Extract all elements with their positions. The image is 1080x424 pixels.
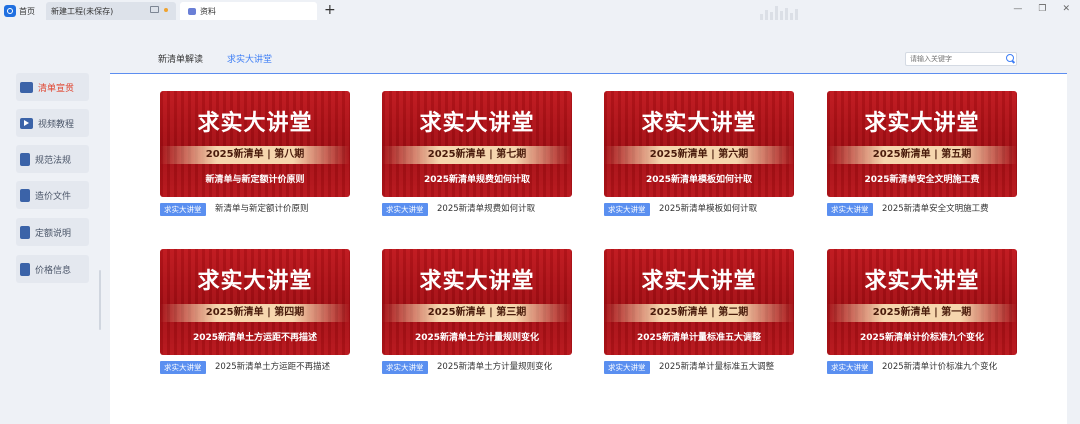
course-caption[interactable]: 2025新清单计量标准五大调整 [659, 361, 774, 374]
file-icon [20, 188, 30, 202]
sidebar-item-bill-guide[interactable]: 清单宣贯 [16, 73, 89, 101]
new-tab-button[interactable]: + [324, 2, 336, 18]
course-card[interactable]: 求实大讲堂 2025新清单 | 第五期 2025新清单安全文明施工费 求实大讲堂… [827, 91, 1017, 221]
course-banner[interactable]: 求实大讲堂 2025新清单 | 第四期 2025新清单土方运距不再描述 [160, 249, 350, 355]
banner-subtitle: 2025新清单模板如何计取 [645, 175, 753, 185]
maximize-button[interactable]: ❐ [1038, 4, 1046, 14]
category-tag: 求实大讲堂 [604, 203, 650, 216]
course-caption[interactable]: 2025新清单规费如何计取 [437, 203, 535, 216]
settings-doc-icon [20, 225, 30, 239]
search-icon[interactable] [1006, 54, 1014, 62]
play-icon [20, 117, 33, 129]
sidebar-scrollbar[interactable] [99, 270, 101, 330]
banner-title: 求实大讲堂 [641, 111, 757, 136]
course-banner[interactable]: 求实大讲堂 2025新清单 | 第三期 2025新清单土方计量规则变化 [382, 249, 572, 355]
category-tag: 求实大讲堂 [160, 203, 206, 216]
sidebar-item-regulations[interactable]: 规范法规 [16, 145, 89, 173]
banner-issue: 2025新清单 | 第六期 [604, 146, 794, 164]
course-card[interactable]: 求实大讲堂 2025新清单 | 第七期 2025新清单规费如何计取 求实大讲堂 … [382, 91, 572, 221]
course-caption[interactable]: 新清单与新定额计价原则 [215, 203, 309, 216]
minimize-button[interactable]: — [1013, 4, 1022, 14]
sidebar-item-video[interactable]: 视频教程 [16, 109, 89, 137]
sidebar-item-label: 造价文件 [35, 191, 72, 202]
banner-title: 求实大讲堂 [419, 269, 535, 294]
course-banner[interactable]: 求实大讲堂 2025新清单 | 第七期 2025新清单规费如何计取 [382, 91, 572, 197]
banner-title: 求实大讲堂 [419, 111, 535, 136]
skyline-decoration [760, 6, 798, 20]
course-caption[interactable]: 2025新清单安全文明施工费 [882, 203, 989, 216]
sidebar-item-label: 定额说明 [35, 228, 72, 239]
banner-title: 求实大讲堂 [864, 269, 980, 294]
sidebar-item-cost-files[interactable]: 造价文件 [16, 181, 89, 209]
banner-subtitle: 2025新清单计价标准九个变化 [859, 333, 985, 343]
banner-title: 求实大讲堂 [197, 111, 313, 136]
banner-issue: 2025新清单 | 第四期 [160, 304, 350, 322]
banner-title: 求实大讲堂 [864, 111, 980, 136]
category-tag: 求实大讲堂 [827, 203, 873, 216]
folder-icon [20, 81, 33, 93]
tab-materials-label: 资料 [200, 6, 216, 16]
tab-home-label: 首页 [19, 6, 35, 16]
category-tag: 求实大讲堂 [827, 361, 873, 374]
search-input[interactable] [905, 52, 1017, 66]
banner-subtitle: 2025新清单计量标准五大调整 [636, 333, 762, 343]
course-caption[interactable]: 2025新清单模板如何计取 [659, 203, 757, 216]
tab-materials[interactable]: 资料 [180, 2, 317, 20]
banner-subtitle: 新清单与新定额计价原则 [205, 175, 305, 185]
banner-title: 求实大讲堂 [641, 269, 757, 294]
banner-subtitle: 2025新清单安全文明施工费 [864, 175, 980, 185]
banner-issue: 2025新清单 | 第七期 [382, 146, 572, 164]
sidebar-item-label: 视频教程 [38, 119, 75, 130]
close-button[interactable]: ✕ [1062, 4, 1070, 14]
course-card[interactable]: 求实大讲堂 2025新清单 | 第二期 2025新清单计量标准五大调整 求实大讲… [604, 249, 794, 379]
course-card[interactable]: 求实大讲堂 2025新清单 | 第一期 2025新清单计价标准九个变化 求实大讲… [827, 249, 1017, 379]
monitor-icon[interactable] [150, 6, 159, 13]
banner-subtitle: 2025新清单土方运距不再描述 [192, 333, 318, 343]
category-tag: 求实大讲堂 [382, 361, 428, 374]
course-card[interactable]: 求实大讲堂 2025新清单 | 第八期 新清单与新定额计价原则 求实大讲堂 新清… [160, 91, 350, 221]
banner-issue: 2025新清单 | 第三期 [382, 304, 572, 322]
sidebar-item-label: 规范法规 [35, 155, 72, 166]
banner-issue: 2025新清单 | 第一期 [827, 304, 1017, 322]
sidebar: 清单宣贯 视频教程 规范法规 造价文件 定额说明 价格信息 [0, 22, 110, 424]
course-card[interactable]: 求实大讲堂 2025新清单 | 第六期 2025新清单模板如何计取 求实大讲堂 … [604, 91, 794, 221]
category-tag: 求实大讲堂 [604, 361, 650, 374]
banner-subtitle: 2025新清单土方计量规则变化 [414, 333, 540, 343]
sidebar-item-quota-notes[interactable]: 定额说明 [16, 218, 89, 246]
course-caption[interactable]: 2025新清单计价标准九个变化 [882, 361, 997, 374]
course-banner[interactable]: 求实大讲堂 2025新清单 | 第八期 新清单与新定额计价原则 [160, 91, 350, 197]
course-card[interactable]: 求实大讲堂 2025新清单 | 第四期 2025新清单土方运距不再描述 求实大讲… [160, 249, 350, 379]
course-caption[interactable]: 2025新清单土方计量规则变化 [437, 361, 552, 374]
category-tag: 求实大讲堂 [382, 203, 428, 216]
app-logo-icon [4, 5, 16, 17]
course-banner[interactable]: 求实大讲堂 2025新清单 | 第一期 2025新清单计价标准九个变化 [827, 249, 1017, 355]
price-doc-icon [20, 262, 30, 276]
sidebar-item-price-info[interactable]: 价格信息 [16, 255, 89, 283]
book-icon [20, 152, 30, 166]
course-banner[interactable]: 求实大讲堂 2025新清单 | 第五期 2025新清单安全文明施工费 [827, 91, 1017, 197]
sidebar-item-label: 价格信息 [35, 265, 72, 276]
title-bar: 首页 新建工程(未保存) 资料 + — ❐ ✕ [0, 0, 1080, 22]
banner-issue: 2025新清单 | 第二期 [604, 304, 794, 322]
tab-new-bill-interpretation[interactable]: 新清单解读 [158, 52, 203, 65]
banner-issue: 2025新清单 | 第五期 [827, 146, 1017, 164]
course-banner[interactable]: 求实大讲堂 2025新清单 | 第六期 2025新清单模板如何计取 [604, 91, 794, 197]
banner-title: 求实大讲堂 [197, 269, 313, 294]
tab-project-label: 新建工程(未保存) [51, 6, 114, 16]
course-card[interactable]: 求实大讲堂 2025新清单 | 第三期 2025新清单土方计量规则变化 求实大讲… [382, 249, 572, 379]
course-banner[interactable]: 求实大讲堂 2025新清单 | 第二期 2025新清单计量标准五大调整 [604, 249, 794, 355]
unsaved-dot-icon [164, 7, 168, 12]
tab-project[interactable]: 新建工程(未保存) [46, 2, 176, 20]
content-header: 新清单解读 求实大讲堂 [110, 37, 1067, 74]
banner-subtitle: 2025新清单规费如何计取 [423, 175, 531, 185]
content-panel: 新清单解读 求实大讲堂 求实大讲堂 2025新清单 | 第八期 新清单与新定额计… [110, 37, 1067, 424]
tab-home[interactable]: 首页 [0, 2, 44, 20]
course-caption[interactable]: 2025新清单土方运距不再描述 [215, 361, 330, 374]
sidebar-item-label: 清单宣贯 [38, 83, 75, 94]
banner-issue: 2025新清单 | 第八期 [160, 146, 350, 164]
tab-qiushi-lecture[interactable]: 求实大讲堂 [227, 52, 272, 65]
materials-tab-icon [188, 7, 196, 15]
category-tag: 求实大讲堂 [160, 361, 206, 374]
